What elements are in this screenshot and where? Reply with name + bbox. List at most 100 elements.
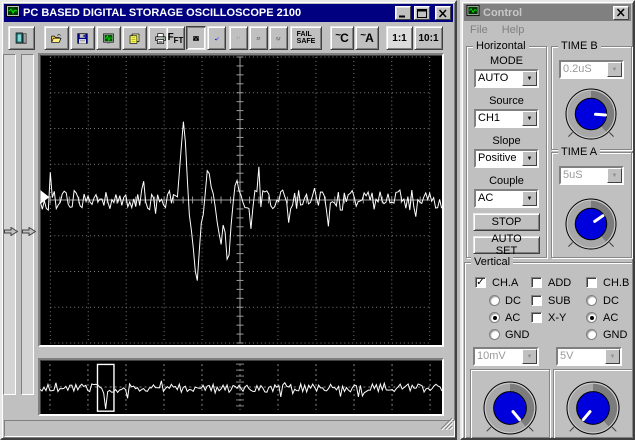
sine-wave-icon — [193, 35, 199, 41]
time-b-select[interactable]: 0.2uS ▼ — [559, 60, 624, 79]
dots-display-mode-button[interactable] — [249, 26, 268, 50]
time-a-value: 5uS — [563, 169, 583, 181]
ch-b-dc-radio[interactable] — [586, 295, 597, 306]
save-button[interactable] — [70, 26, 95, 50]
slider-arrow-icon — [4, 226, 19, 237]
control-menubar: File Help — [470, 24, 524, 36]
calibrate-a-button[interactable]: ~A — [355, 26, 379, 50]
slope-select[interactable]: Positive ▼ — [474, 149, 539, 168]
dropdown-arrow-icon[interactable]: ▼ — [522, 71, 537, 86]
dropdown-arrow-icon[interactable]: ▼ — [605, 349, 620, 364]
couple-select[interactable]: AC ▼ — [474, 189, 539, 208]
ch-b-checkbox[interactable] — [586, 277, 597, 288]
control-titlebar[interactable]: Control — [464, 4, 631, 21]
probe-1to1-button[interactable]: 1:1 — [386, 26, 413, 50]
ch-a-range-select[interactable]: 10mV ▼ — [473, 347, 539, 366]
save-floppy-icon — [77, 32, 88, 44]
time-a-select[interactable]: 5uS ▼ — [559, 166, 624, 185]
grid-toggle-button[interactable] — [229, 26, 248, 50]
ch-b-range-select[interactable]: 5V ▼ — [556, 347, 622, 366]
ch-b-position-slider[interactable] — [21, 54, 37, 395]
fft-button[interactable]: FFT — [166, 26, 185, 50]
control-app-icon — [466, 4, 480, 22]
dropdown-arrow-icon[interactable]: ▼ — [607, 62, 622, 77]
fail-safe-label: FAIL SAFE — [296, 31, 316, 45]
maximize-icon — [417, 8, 427, 18]
ch-b-gain-knob[interactable] — [561, 376, 625, 438]
source-value: CH1 — [478, 112, 501, 124]
resize-grip[interactable] — [440, 417, 454, 435]
square-wave-icon — [276, 37, 281, 41]
calibrate-c-button[interactable]: ~C — [330, 26, 354, 50]
ch-a-dc-radio[interactable] — [489, 295, 500, 306]
time-a-knob[interactable] — [560, 193, 622, 260]
menu-file[interactable]: File — [470, 24, 488, 36]
ch-a-gain-knob[interactable] — [478, 376, 542, 438]
exit-button[interactable] — [8, 26, 35, 50]
minimize-button[interactable] — [395, 6, 411, 20]
auto-set-button[interactable]: AUTO SET — [473, 233, 540, 257]
control-window: Control File Help Horizontal MODE AUTO ▼… — [460, 0, 635, 440]
ch-b-gnd-radio[interactable] — [586, 329, 597, 340]
ch-a-checkbox[interactable]: ✓ — [475, 277, 486, 288]
mode-label: MODE — [490, 55, 523, 67]
time-a-group: TIME A 5uS ▼ — [551, 146, 632, 260]
horizontal-group: Horizontal MODE AUTO ▼ Source CH1 ▼ Slop… — [466, 40, 547, 258]
ch-b-gnd-label: GND — [603, 329, 628, 341]
menu-help[interactable]: Help — [502, 24, 525, 36]
ch-b-ac-label: AC — [603, 312, 619, 324]
open-button[interactable] — [44, 26, 69, 50]
main-scope-display[interactable] — [38, 53, 444, 347]
display-settings-button[interactable] — [96, 26, 121, 50]
dropdown-arrow-icon[interactable]: ▼ — [522, 111, 537, 126]
printer-icon — [155, 32, 166, 44]
ch-b-ac-radio[interactable] — [586, 312, 597, 323]
mode-select[interactable]: AUTO ▼ — [474, 69, 539, 88]
xy-label: X-Y — [548, 312, 567, 324]
probe-1to1-label: 1:1 — [392, 32, 407, 44]
time-b-group-title: TIME B — [558, 40, 601, 52]
dropdown-arrow-icon[interactable]: ▼ — [607, 168, 622, 183]
ch-b-label: CH.B — [603, 277, 630, 289]
source-select[interactable]: CH1 ▼ — [474, 109, 539, 128]
ch-a-gnd-radio[interactable] — [489, 329, 500, 340]
stop-label: STOP — [491, 216, 522, 228]
notes-icon — [129, 33, 140, 44]
calibration-signal-button[interactable] — [269, 26, 288, 50]
xy-checkbox[interactable] — [531, 312, 542, 323]
control-close-button[interactable] — [613, 5, 629, 20]
close-button[interactable] — [435, 6, 451, 20]
ch-b-slider-thumb[interactable] — [22, 223, 37, 237]
dropdown-arrow-icon[interactable]: ▼ — [522, 349, 537, 364]
open-folder-icon — [51, 33, 62, 43]
dropdown-arrow-icon[interactable]: ▼ — [522, 151, 537, 166]
slider-arrow-icon — [22, 226, 37, 237]
overview-display[interactable] — [38, 358, 444, 416]
app-icon — [6, 4, 20, 23]
couple-label: Couple — [489, 175, 524, 187]
minimize-icon — [399, 15, 405, 17]
ch-a-ac-radio[interactable] — [489, 312, 500, 323]
sub-checkbox[interactable] — [531, 295, 542, 306]
resize-grip-icon — [440, 417, 454, 431]
stop-button[interactable]: STOP — [473, 213, 540, 231]
time-b-knob[interactable] — [560, 83, 622, 150]
main-titlebar[interactable]: PC BASED DIGITAL STORAGE OSCILLOSCOPE 21… — [4, 4, 453, 22]
ch-a-slider-thumb[interactable] — [4, 223, 19, 237]
add-label: ADD — [548, 277, 572, 289]
mode-value: AUTO — [478, 72, 509, 84]
ch-a-position-slider[interactable] — [3, 54, 19, 395]
waveform-display-button[interactable] — [186, 26, 206, 50]
status-bar — [4, 417, 455, 437]
slope-label: Slope — [492, 135, 521, 147]
dropdown-arrow-icon[interactable]: ▼ — [522, 191, 537, 206]
maximize-button[interactable] — [414, 6, 430, 20]
notes-button[interactable] — [122, 26, 147, 50]
fft-label: FFT — [167, 31, 184, 45]
source-label: Source — [489, 95, 524, 107]
fail-safe-button[interactable]: FAIL SAFE — [290, 26, 322, 50]
recall-trace-button[interactable] — [207, 26, 226, 50]
add-checkbox[interactable] — [531, 277, 542, 288]
probe-10to1-button[interactable]: 10:1 — [414, 26, 443, 50]
ch-b-range-value: 5V — [560, 350, 574, 362]
